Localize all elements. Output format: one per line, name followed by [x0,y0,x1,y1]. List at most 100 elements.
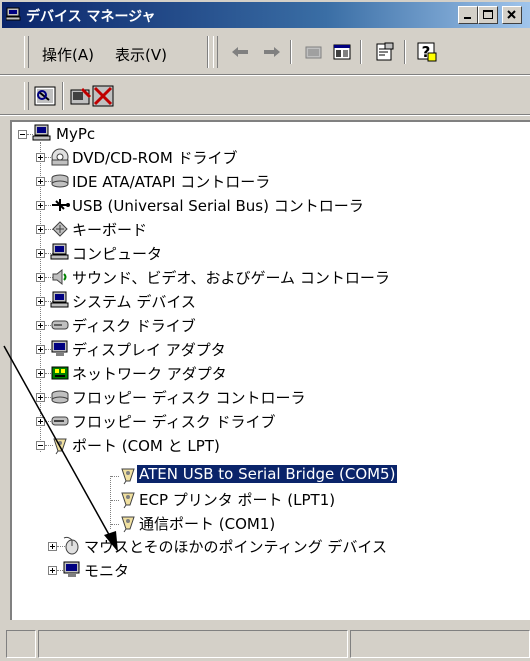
toolbar-separator-2 [360,40,362,64]
device-tree[interactable]: MyPc DVD/CD-ROM ドライブ IDE ATA/ATAPI コントローラ… [10,120,530,620]
toolbar-grip[interactable] [213,36,218,68]
toolbar2-grip[interactable] [24,82,29,110]
expand-toggle[interactable] [36,321,45,330]
show-hide-console-tree-icon[interactable] [332,42,352,66]
tree-port-child[interactable]: 通信ポート (COM1) [12,512,512,533]
menu-action[interactable]: 操作(A) [42,44,94,65]
ecp-printer-port-item[interactable]: ECP プリンタ ポート (LPT1) [139,489,335,510]
tree-category-label: ディスク ドライブ [72,317,196,335]
tree-port-child[interactable]: ECP プリンタ ポート (LPT1) [12,488,512,509]
expand-toggle[interactable] [36,273,45,282]
tree-category[interactable]: マウスとそのほかのポインティング デバイス [12,535,512,556]
menu-view[interactable]: 表示(V) [115,44,167,65]
computer-icon [32,124,51,142]
network-adapter-icon [50,363,69,381]
collapse-toggle[interactable] [36,441,45,450]
disable-device-icon[interactable] [92,85,114,111]
tree-category[interactable]: ポート (COM と LPT) [12,434,512,455]
monitor-icon [62,560,80,578]
tree-category-label: コンピュータ [72,245,163,263]
menubar-grip[interactable] [24,36,29,68]
forward-arrow-icon[interactable] [262,44,282,64]
tree-category[interactable]: フロッピー ディスク コントローラ [12,386,512,407]
status-panel-3 [350,630,530,658]
port-icon [50,435,68,455]
expand-toggle[interactable] [48,542,57,551]
expand-toggle[interactable] [36,249,45,258]
tree-category[interactable]: キーボード [12,218,512,239]
tree-category[interactable]: IDE ATA/ATAPI コントローラ [12,170,512,191]
expand-toggle[interactable] [36,417,45,426]
dvd-drive-icon [50,147,69,166]
window-title: デバイス マネージャ [26,9,156,25]
tree-category-label: フロッピー ディスク コントローラ [72,389,306,407]
tree-category[interactable]: USB (Universal Serial Bus) コントローラ [12,194,512,215]
expand-toggle[interactable] [36,201,45,210]
sound-icon [50,267,68,286]
port-icon [118,465,136,485]
expand-toggle[interactable] [36,153,45,162]
expand-toggle[interactable] [36,225,45,234]
tree-category-label: ディスプレイ アダプタ [72,341,226,359]
tree-category-label: USB (Universal Serial Bus) コントローラ [72,197,364,215]
maximize-button[interactable] [478,6,498,24]
usb-icon [50,195,70,213]
action-toolbar [0,76,530,116]
port-icon [118,489,136,509]
menubar-separator [207,36,209,68]
aten-usb-serial-bridge-item[interactable]: ATEN USB to Serial Bridge (COM5) [137,465,398,483]
tree-category-label: DVD/CD-ROM ドライブ [72,149,238,167]
display-adapter-icon [50,339,68,357]
close-button[interactable] [502,6,522,24]
system-device-icon [50,291,69,309]
expand-toggle[interactable] [36,369,45,378]
computer-icon [50,243,69,261]
uninstall-device-icon[interactable] [70,86,92,112]
tree-category-label: キーボード [72,221,148,239]
device-manager-window: デバイス マネージャ 操作(A) 表示(V) ? MyPc DVD/CD-ROM… [0,0,530,661]
collapse-toggle[interactable] [18,130,27,139]
com-port-item[interactable]: 通信ポート (COM1) [139,513,275,534]
tree-category[interactable]: コンピュータ [12,242,512,263]
tree-category[interactable]: DVD/CD-ROM ドライブ [12,146,512,167]
toolbar-separator [290,40,292,64]
monitor-category-label: モニタ [84,562,130,580]
expand-toggle[interactable] [48,566,57,575]
keyboard-icon [50,219,68,237]
help-icon[interactable]: ? [416,41,438,67]
tree-root[interactable]: MyPc [12,124,512,145]
mouse-icon [62,536,80,555]
mouse-category-label: マウスとそのほかのポインティング デバイス [84,538,387,556]
expand-toggle[interactable] [36,393,45,402]
tree-root-label: MyPc [56,125,96,143]
expand-toggle[interactable] [36,297,45,306]
status-panel-1 [6,630,36,658]
properties-icon[interactable] [374,41,396,67]
toolbar-divider [0,114,530,116]
tree-category[interactable]: ネットワーク アダプタ [12,362,512,383]
device-manager-app-icon [5,7,22,21]
tree-category[interactable]: システム デバイス [12,290,512,311]
tree-category[interactable]: ディスク ドライブ [12,314,512,335]
tree-category[interactable]: フロッピー ディスク ドライブ [12,410,512,431]
minimize-button[interactable] [458,6,478,24]
tree-category[interactable]: モニタ [12,559,512,580]
tree-port-child[interactable]: ATEN USB to Serial Bridge (COM5) [12,464,512,485]
floppy-controller-icon [50,387,69,405]
scan-hardware-icon[interactable] [34,86,56,112]
floppy-drive-icon [50,411,69,429]
expand-toggle[interactable] [36,345,45,354]
up-folder-icon[interactable] [304,42,324,66]
tree-category-label: ネットワーク アダプタ [72,365,227,383]
tree-category[interactable]: ディスプレイ アダプタ [12,338,512,359]
expand-toggle[interactable] [36,177,45,186]
status-panel-2 [38,630,348,658]
title-bar[interactable]: デバイス マネージャ [2,2,530,28]
tree-category-label: サウンド、ビデオ、およびゲーム コントローラ [72,269,390,287]
tree-category[interactable]: サウンド、ビデオ、およびゲーム コントローラ [12,266,512,287]
tree-category-label: フロッピー ディスク ドライブ [72,413,276,431]
status-bar [0,628,530,661]
port-icon [118,513,136,533]
back-arrow-icon[interactable] [230,44,250,64]
ide-controller-icon [50,171,69,189]
